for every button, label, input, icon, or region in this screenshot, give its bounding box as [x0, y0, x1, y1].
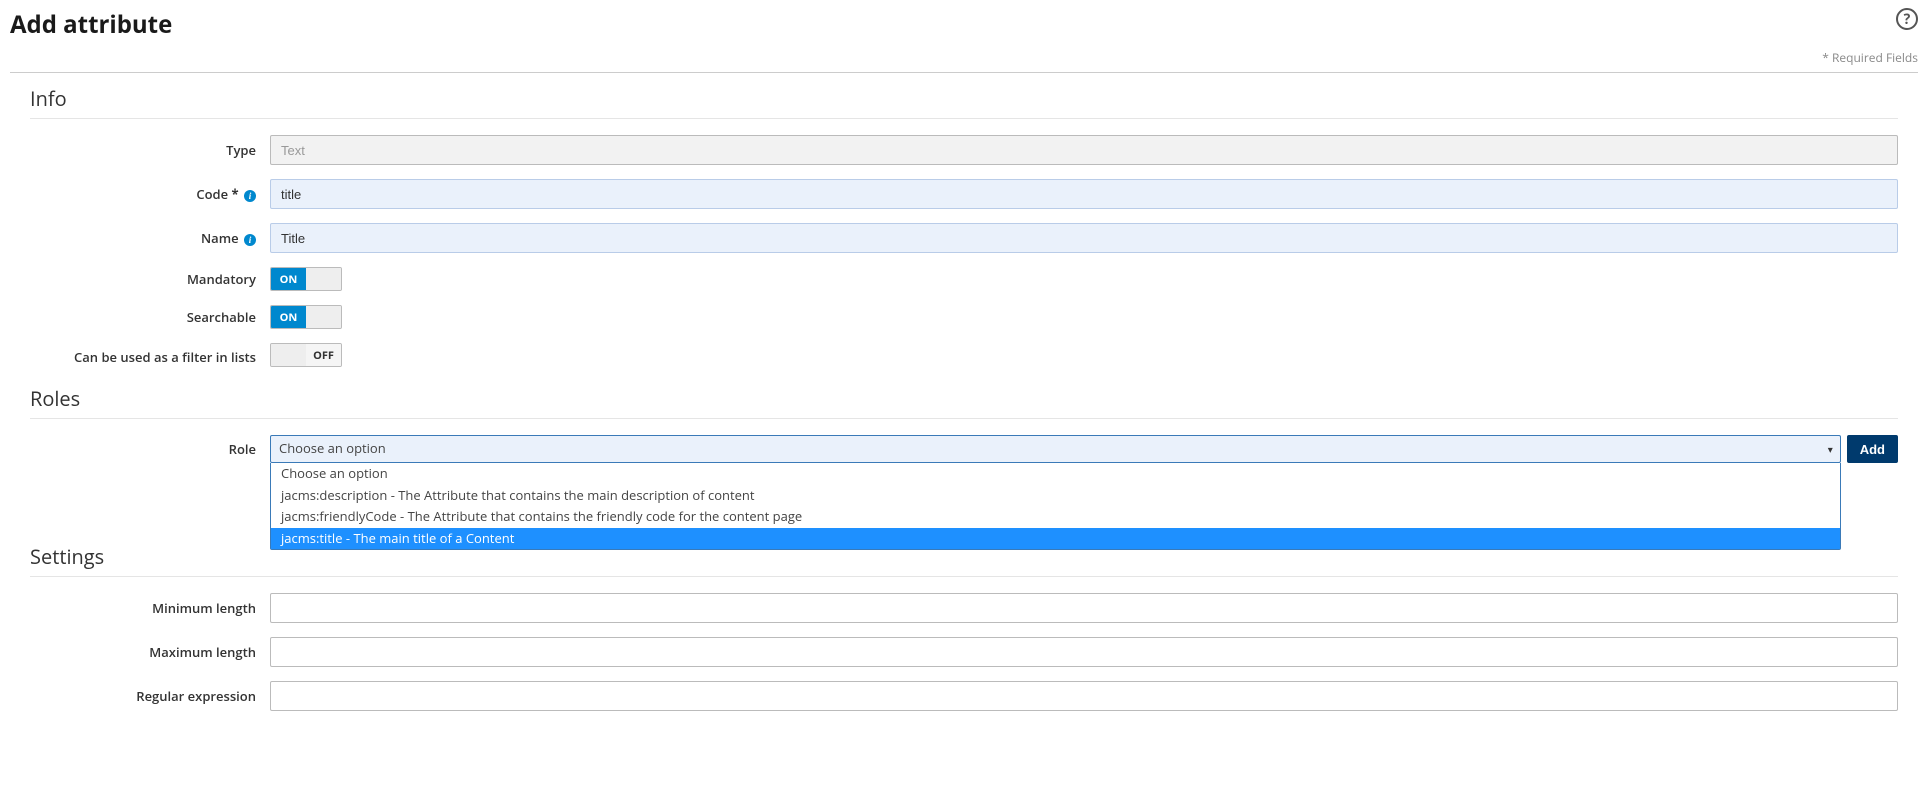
roles-divider [30, 418, 1898, 419]
add-role-button[interactable]: Add [1847, 435, 1898, 463]
header-divider [10, 72, 1918, 73]
toggle-off-label [306, 306, 341, 328]
mandatory-toggle[interactable]: ON [270, 267, 342, 291]
info-icon[interactable]: i [244, 234, 256, 246]
section-title-roles: Roles [30, 385, 1898, 412]
label-role: Role [30, 440, 270, 458]
required-star: * [232, 185, 239, 203]
role-option[interactable]: jacms:friendlyCode - The Attribute that … [271, 506, 1840, 528]
page-title: Add attribute [10, 8, 172, 41]
label-mandatory: Mandatory [30, 270, 270, 288]
role-option[interactable]: jacms:description - The Attribute that c… [271, 485, 1840, 507]
toggle-on-label: ON [271, 268, 306, 290]
info-icon[interactable]: i [244, 190, 256, 202]
label-type: Type [30, 141, 270, 159]
section-title-info: Info [30, 85, 1898, 112]
type-input [270, 135, 1898, 165]
label-searchable: Searchable [30, 308, 270, 326]
label-minlen: Minimum length [30, 599, 270, 617]
filter-toggle[interactable]: OFF [270, 343, 342, 367]
toggle-on-label [271, 344, 306, 366]
toggle-off-label: OFF [306, 344, 341, 366]
help-icon[interactable]: ? [1896, 8, 1918, 30]
role-option[interactable]: jacms:title - The main title of a Conten… [271, 528, 1840, 550]
label-name: Name i [30, 229, 270, 247]
role-dropdown[interactable]: Choose an optionjacms:description - The … [270, 463, 1841, 550]
searchable-toggle[interactable]: ON [270, 305, 342, 329]
info-divider [30, 118, 1898, 119]
settings-divider [30, 576, 1898, 577]
maxlen-input[interactable] [270, 637, 1898, 667]
label-code: Code * i [30, 185, 270, 203]
minlen-input[interactable] [270, 593, 1898, 623]
toggle-off-label [306, 268, 341, 290]
required-fields-note: * Required Fields [10, 49, 1918, 66]
label-regex: Regular expression [30, 687, 270, 705]
label-maxlen: Maximum length [30, 643, 270, 661]
regex-input[interactable] [270, 681, 1898, 711]
code-input[interactable] [270, 179, 1898, 209]
role-select[interactable]: Choose an option [270, 435, 1841, 463]
role-option[interactable]: Choose an option [271, 463, 1840, 485]
toggle-on-label: ON [271, 306, 306, 328]
label-filter: Can be used as a filter in lists [30, 348, 270, 366]
name-input[interactable] [270, 223, 1898, 253]
